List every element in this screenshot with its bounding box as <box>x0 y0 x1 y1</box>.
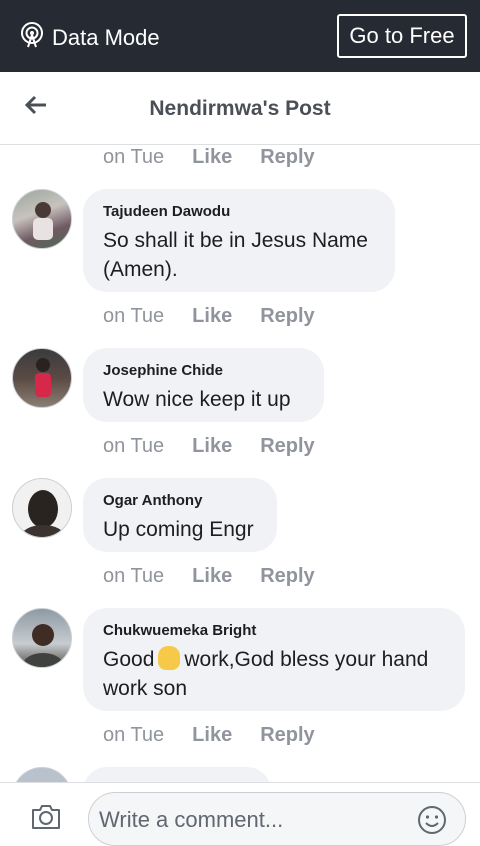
like-button[interactable]: Like <box>192 146 232 169</box>
comment-text-line: So shall it be in Jesus Name <box>103 229 368 252</box>
comment-input[interactable] <box>97 803 401 837</box>
reply-button[interactable]: Reply <box>260 435 314 458</box>
comment-text-line: (Amen). <box>103 258 178 281</box>
top-bar: Data Mode Go to Free <box>0 0 480 72</box>
comment-text: Wow nice keep it up <box>103 388 291 411</box>
comment-text-part: Good <box>103 648 155 671</box>
avatar[interactable] <box>12 478 72 538</box>
comment-author[interactable]: Ogar Anthony <box>103 492 257 509</box>
comment-bubble: Josephine Chide Wow nice keep it up <box>83 348 324 422</box>
comment-text: Up coming Engr <box>103 518 254 541</box>
comment-list: on Tue Like Reply Tajudeen Dawodu So sha… <box>0 145 480 782</box>
comment-text-part: work,God bless your hand <box>184 648 429 671</box>
reply-button[interactable]: Reply <box>260 565 314 588</box>
raised-hand-emoji-icon <box>158 646 181 670</box>
signal-icon <box>20 22 52 54</box>
reply-button[interactable]: Reply <box>260 724 314 747</box>
reply-button[interactable]: Reply <box>260 146 314 169</box>
like-button[interactable]: Like <box>192 724 232 747</box>
avatar[interactable] <box>12 608 72 668</box>
comment-time: on Tue <box>103 565 165 587</box>
comment-actions: on Tue Like Reply <box>103 565 343 588</box>
emoji-smiley-icon[interactable] <box>417 805 447 840</box>
avatar[interactable] <box>12 348 72 408</box>
like-button[interactable]: Like <box>192 435 232 458</box>
comment-author[interactable]: Josephine Chide <box>103 362 304 379</box>
comment-text: So shall it be in Jesus Name (Amen). <box>103 226 375 284</box>
post-header: Nendirmwa's Post <box>0 72 480 145</box>
camera-icon[interactable] <box>30 803 62 836</box>
comment-time: on Tue <box>103 305 165 327</box>
data-mode-indicator[interactable]: Data Mode <box>20 22 160 54</box>
comment-time: on Tue <box>103 146 165 168</box>
comment-bubble <box>83 767 271 782</box>
comment-text-line: work son <box>103 677 188 700</box>
comment-text-line: Good work,God bless your hand <box>103 645 445 674</box>
comment-text: Good work,God bless your hand work son <box>103 645 445 703</box>
comment-time: on Tue <box>103 724 165 746</box>
avatar[interactable] <box>12 767 72 782</box>
page-title: Nendirmwa's Post <box>149 97 331 120</box>
comment-actions: on Tue Like Reply <box>103 146 343 169</box>
comment-author[interactable]: Chukwuemeka Bright <box>103 622 445 639</box>
like-button[interactable]: Like <box>192 565 232 588</box>
comment-composer <box>0 782 480 846</box>
data-mode-label: Data Mode <box>52 25 160 50</box>
like-button[interactable]: Like <box>192 305 232 328</box>
comment-actions: on Tue Like Reply <box>103 305 343 328</box>
reply-button[interactable]: Reply <box>260 305 314 328</box>
comment-bubble: Ogar Anthony Up coming Engr <box>83 478 277 552</box>
comment-input-box[interactable] <box>88 792 466 846</box>
comment-time: on Tue <box>103 435 165 457</box>
comment-actions: on Tue Like Reply <box>103 724 343 747</box>
comment-actions: on Tue Like Reply <box>103 435 343 458</box>
comment-bubble: Chukwuemeka Bright Good work,God bless yo… <box>83 608 465 711</box>
go-to-free-button[interactable]: Go to Free <box>337 14 467 58</box>
comment-bubble: Tajudeen Dawodu So shall it be in Jesus … <box>83 189 395 292</box>
comment-author[interactable]: Tajudeen Dawodu <box>103 203 375 220</box>
avatar[interactable] <box>12 189 72 249</box>
